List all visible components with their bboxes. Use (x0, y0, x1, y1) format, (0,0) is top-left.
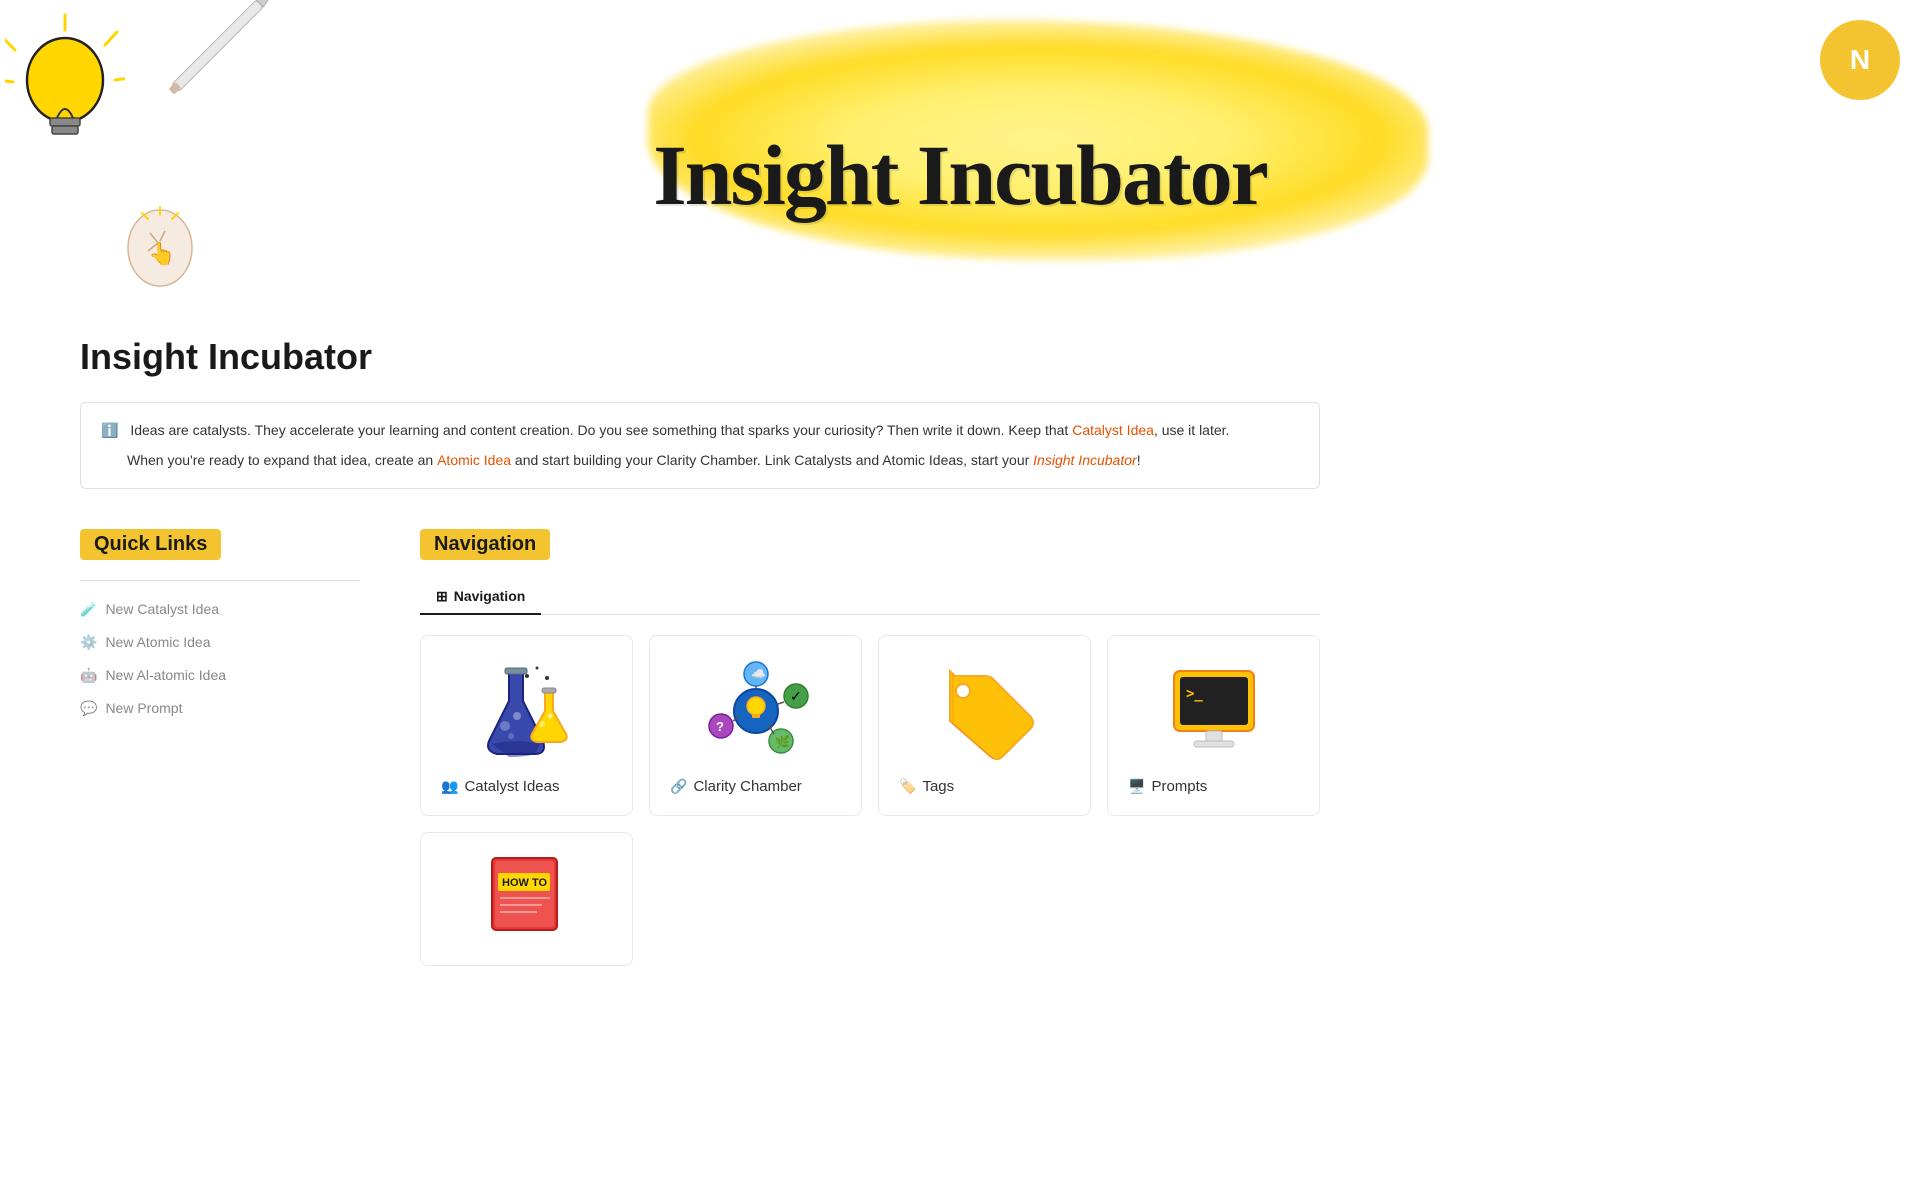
prompts-card[interactable]: >_ 🖥️ Prompts (1107, 635, 1320, 816)
hero-pen-decoration (142, 0, 318, 119)
prompt-icon: 💬 (80, 700, 97, 717)
insight-incubator-link[interactable]: Insight Incubator (1033, 452, 1137, 468)
svg-text:🌿: 🌿 (775, 735, 790, 749)
info-text-2: , use it later. (1154, 422, 1229, 438)
tags-label: 🏷️ Tags (899, 778, 1070, 795)
svg-text:✓: ✓ (790, 688, 802, 704)
tags-icon (899, 656, 1070, 766)
catalyst-idea-link[interactable]: Catalyst Idea (1072, 422, 1154, 438)
howto-icon: HOW TO (441, 853, 612, 933)
tags-card[interactable]: 🏷️ Tags (878, 635, 1091, 816)
empty-card-4 (1107, 832, 1320, 966)
atomic-icon: ⚙️ (80, 634, 97, 651)
quick-link-ai-atomic[interactable]: 🤖 New Al-atomic Idea (80, 659, 360, 692)
prompts-icon: >_ (1128, 656, 1299, 766)
hero-lightbulb-decoration (0, 0, 130, 200)
svg-text:👆: 👆 (148, 241, 175, 266)
hero-title: Insight Incubator (653, 125, 1267, 225)
notion-avatar: N (1820, 20, 1900, 100)
info-text-3: When you're ready to expand that idea, c… (127, 452, 437, 468)
catalyst-ideas-card[interactable]: 👥 Catalyst Ideas (420, 635, 633, 816)
catalyst-ideas-icon (441, 656, 612, 766)
nav-tab-label: Navigation (454, 588, 526, 604)
two-column-layout: Quick Links 🧪 New Catalyst Idea ⚙️ New A… (80, 529, 1320, 966)
nav-tab-bar: ⊞ Navigation (420, 580, 1320, 615)
info-text-5: ! (1137, 452, 1141, 468)
quick-link-prompt[interactable]: 💬 New Prompt (80, 692, 360, 725)
quick-link-catalyst-label: New Catalyst Idea (105, 601, 219, 617)
quick-links-header: Quick Links (80, 529, 221, 560)
empty-card-2 (649, 832, 862, 966)
empty-card-3 (878, 832, 1091, 966)
navigation-cards-grid: 👥 Catalyst Ideas (420, 635, 1320, 816)
catalyst-ideas-label: 👥 Catalyst Ideas (441, 778, 612, 795)
quick-link-ai-atomic-label: New Al-atomic Idea (105, 667, 226, 683)
quick-links-section: Quick Links 🧪 New Catalyst Idea ⚙️ New A… (80, 529, 360, 725)
howto-card[interactable]: HOW TO (420, 832, 633, 966)
clarity-chamber-card[interactable]: ☁️ ✓ 🌿 ? (649, 635, 862, 816)
svg-text:HOW TO: HOW TO (502, 877, 547, 889)
quick-links-list: 🧪 New Catalyst Idea ⚙️ New Atomic Idea 🤖… (80, 580, 360, 725)
nav-tab-icon: ⊞ (436, 588, 448, 605)
quick-link-prompt-label: New Prompt (105, 700, 182, 716)
clarity-chamber-label: 🔗 Clarity Chamber (670, 778, 841, 795)
page-title: Insight Incubator (80, 336, 1320, 378)
navigation-section: Navigation ⊞ Navigation (420, 529, 1320, 966)
info-icon: ℹ️ (101, 419, 118, 441)
svg-text:?: ? (716, 719, 724, 734)
navigation-header: Navigation (420, 529, 550, 560)
quick-link-atomic[interactable]: ⚙️ New Atomic Idea (80, 626, 360, 659)
svg-text:>_: >_ (1186, 686, 1203, 702)
hero-banner: Insight Incubator N 👆 (0, 0, 1920, 320)
catalyst-icon: 🧪 (80, 601, 97, 618)
info-text-1: Ideas are catalysts. They accelerate you… (130, 422, 1072, 438)
hero-egg-decoration: 👆 (120, 193, 200, 300)
info-text-4: and start building your Clarity Chamber.… (511, 452, 1033, 468)
quick-link-atomic-label: New Atomic Idea (105, 634, 210, 650)
prompts-label: 🖥️ Prompts (1128, 778, 1299, 795)
info-box: ℹ️ Ideas are catalysts. They accelerate … (80, 402, 1320, 489)
navigation-tab[interactable]: ⊞ Navigation (420, 580, 541, 615)
svg-text:☁️: ☁️ (751, 667, 766, 681)
main-content: Insight Incubator ℹ️ Ideas are catalysts… (0, 336, 1400, 1006)
clarity-chamber-icon: ☁️ ✓ 🌿 ? (670, 656, 841, 766)
atomic-idea-link[interactable]: Atomic Idea (437, 452, 511, 468)
ai-atomic-icon: 🤖 (80, 667, 97, 684)
quick-link-catalyst[interactable]: 🧪 New Catalyst Idea (80, 593, 360, 626)
